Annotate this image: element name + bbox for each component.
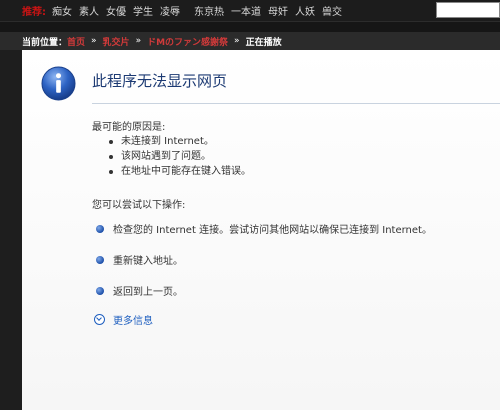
top-nav: 推荐: 痴女 素人 女優 学生 凌辱 东京热 一本道 母奸 人妖 兽交	[0, 0, 500, 22]
nav-item-7[interactable]: 一本道	[231, 3, 261, 18]
blue-bullet-icon	[96, 286, 104, 295]
list-item: 在地址中可能存在键入错误。	[109, 164, 251, 179]
nav-item-4[interactable]: 学生	[133, 3, 153, 18]
nav-gap	[0, 22, 500, 32]
title-divider	[92, 103, 500, 104]
nav-item-2[interactable]: 素人	[79, 3, 99, 18]
action-text: 返回到上一页。	[113, 287, 183, 298]
action-item: 重新键入地址。	[96, 252, 183, 267]
nav-item-10[interactable]: 兽交	[322, 3, 342, 18]
breadcrumb-separator: »	[91, 36, 97, 46]
nav-lead-label: 推荐:	[22, 7, 46, 18]
breadcrumb-link-category[interactable]: 乳交片	[103, 35, 130, 48]
breadcrumb-current: 正在播放	[245, 37, 282, 48]
nav-item-9[interactable]: 人妖	[295, 3, 315, 18]
reasons-heading: 最可能的原因是:	[92, 122, 166, 133]
more-info-label: 更多信息	[113, 316, 153, 327]
chevron-down-icon	[94, 314, 105, 325]
breadcrumb-label: 当前位置：	[22, 37, 68, 48]
breadcrumb-separator: »	[234, 36, 240, 46]
breadcrumb-link-home[interactable]: 首页	[67, 35, 85, 48]
breadcrumb-link-title[interactable]: ドMのファン感謝祭	[147, 35, 228, 48]
nav-item-8[interactable]: 母奸	[268, 3, 288, 18]
action-text: 检查您的 Internet 连接。尝试访问其他网站以确保已连接到 Interne…	[113, 225, 432, 236]
breadcrumb: 当前位置： 首页 » 乳交片 » ドMのファン感謝祭 » 正在播放	[0, 32, 500, 50]
search-input[interactable]	[436, 2, 500, 18]
nav-item-5[interactable]: 凌辱	[160, 3, 180, 18]
nav-item-3[interactable]: 女優	[106, 3, 126, 18]
try-heading: 您可以尝试以下操作:	[92, 200, 186, 211]
blue-bullet-icon	[96, 255, 104, 264]
nav-item-6[interactable]: 东京热	[194, 3, 224, 18]
list-item: 该网站遇到了问题。	[109, 149, 251, 164]
blue-bullet-icon	[96, 224, 104, 233]
info-icon	[41, 66, 76, 101]
reasons-list: 未连接到 Internet。 该网站遇到了问题。 在地址中可能存在键入错误。	[109, 134, 251, 179]
action-item: 检查您的 Internet 连接。尝试访问其他网站以确保已连接到 Interne…	[96, 221, 432, 236]
list-item: 未连接到 Internet。	[109, 134, 251, 149]
nav-item-1[interactable]: 痴女	[52, 3, 72, 18]
breadcrumb-separator: »	[135, 36, 142, 46]
page-title: 此程序无法显示网页	[92, 72, 228, 90]
more-info-link[interactable]: 更多信息	[94, 312, 153, 327]
error-panel: 此程序无法显示网页 最可能的原因是: 未连接到 Internet。 该网站遇到了…	[22, 50, 500, 410]
action-item: 返回到上一页。	[96, 283, 183, 298]
action-text: 重新键入地址。	[113, 256, 183, 267]
